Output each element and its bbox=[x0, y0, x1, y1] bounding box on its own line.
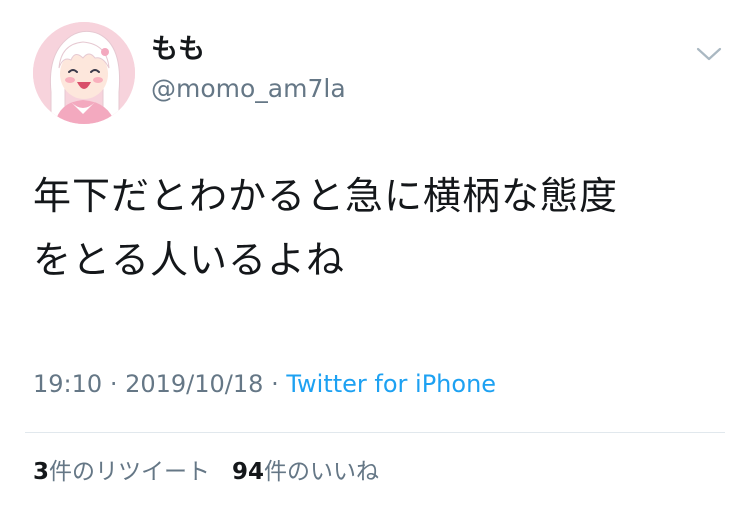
likes-stat[interactable]: 94件のいいね bbox=[232, 459, 379, 485]
retweets-stat[interactable]: 3件のリツイート bbox=[33, 459, 210, 485]
tweet-source-link[interactable]: Twitter for iPhone bbox=[286, 370, 496, 398]
tweet-card: もも @momo_am7la 年下だとわかると急に横柄な態度 をとる人いるよね … bbox=[0, 0, 750, 517]
retweets-count: 3 bbox=[33, 459, 50, 485]
display-name[interactable]: もも bbox=[151, 34, 205, 66]
avatar[interactable] bbox=[33, 22, 135, 124]
avatar-illustration bbox=[33, 22, 135, 124]
retweets-label: 件のリツイート bbox=[49, 459, 211, 485]
divider bbox=[25, 432, 725, 433]
tweet-meta: 19:10 · 2019/10/18 · Twitter for iPhone bbox=[33, 364, 496, 404]
chevron-down-icon[interactable] bbox=[694, 42, 724, 66]
meta-separator: · bbox=[271, 370, 279, 398]
tweet-text-line: 年下だとわかると急に横柄な態度 bbox=[33, 174, 619, 218]
likes-count: 94 bbox=[232, 459, 265, 485]
likes-label: 件のいいね bbox=[264, 459, 380, 485]
tweet-time: 19:10 bbox=[33, 370, 103, 398]
tweet-date: 2019/10/18 bbox=[125, 370, 264, 398]
tweet-text: 年下だとわかると急に横柄な態度 をとる人いるよね bbox=[33, 164, 713, 292]
tweet-stats: 3件のリツイート 94件のいいね bbox=[33, 454, 379, 490]
user-handle[interactable]: @momo_am7la bbox=[151, 73, 346, 105]
meta-separator: · bbox=[109, 370, 118, 398]
tweet-text-line: をとる人いるよね bbox=[33, 238, 346, 282]
